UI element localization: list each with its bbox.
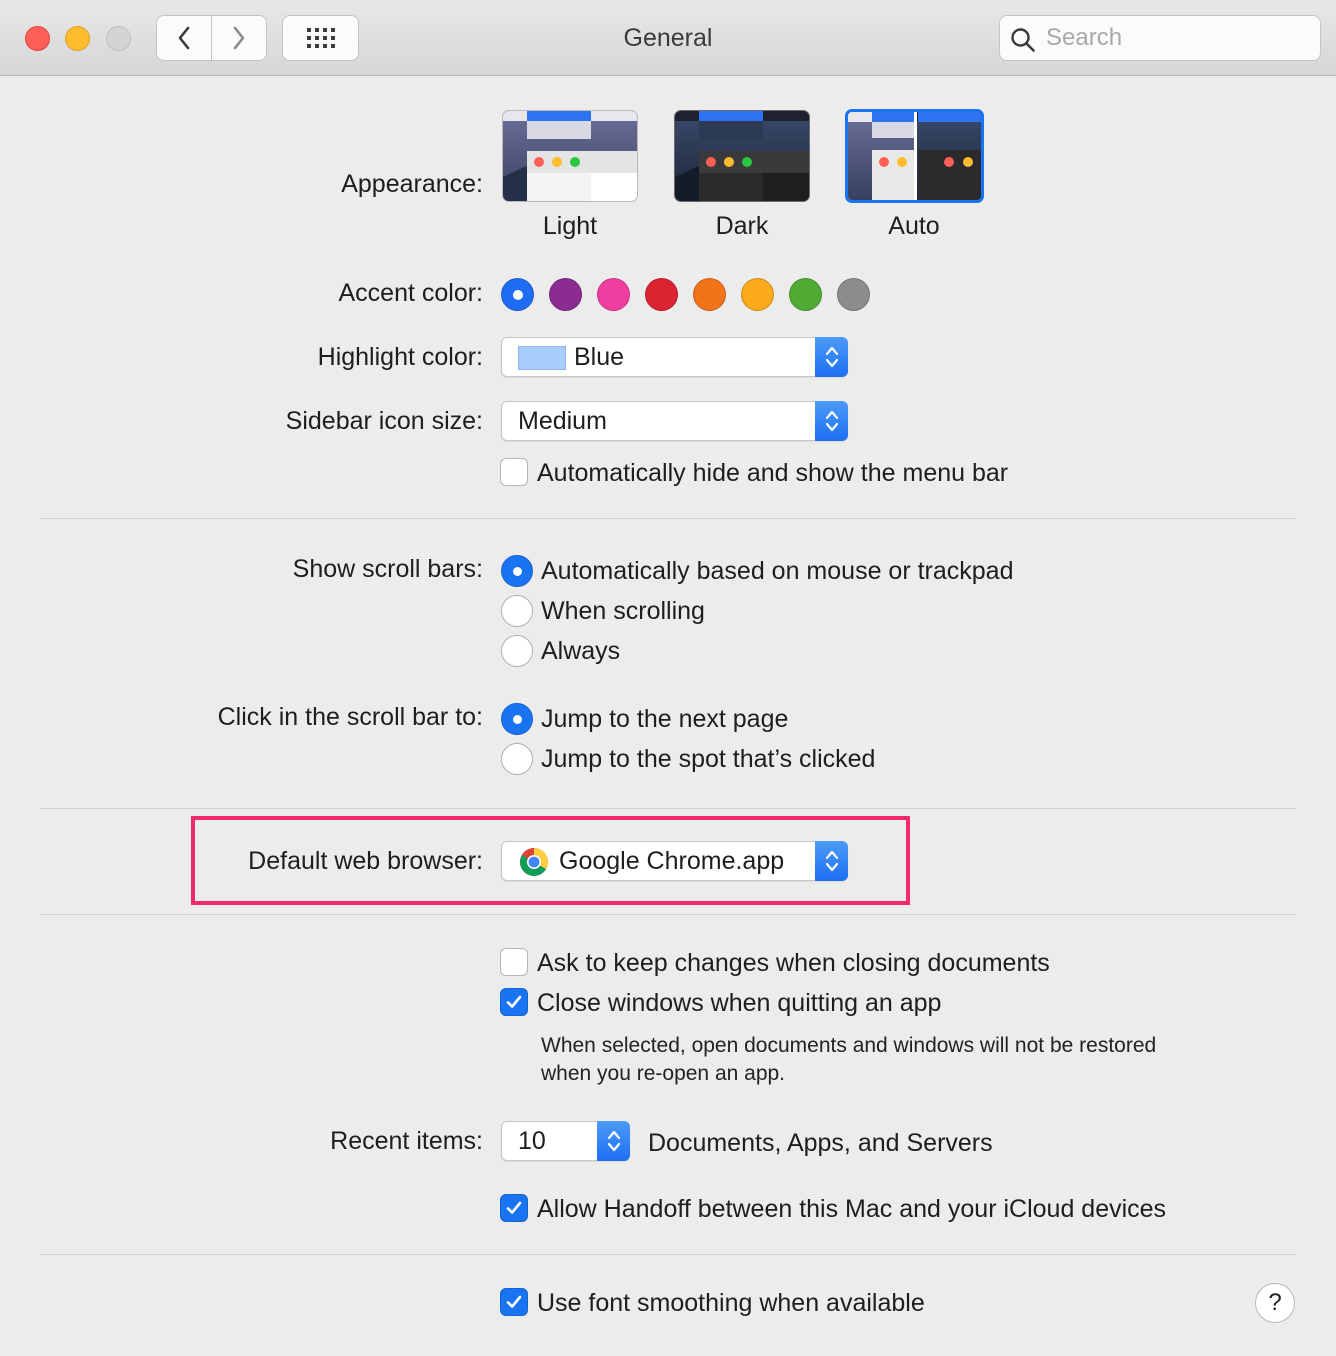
up-down-chevron-icon bbox=[825, 410, 838, 432]
appearance-light-label: Light bbox=[542, 212, 598, 240]
popup-arrows bbox=[815, 337, 848, 377]
appearance-auto-option[interactable] bbox=[845, 109, 984, 203]
accent-color-label: Accent color: bbox=[338, 279, 483, 307]
scroll-bars-always-radio[interactable] bbox=[501, 635, 533, 667]
highlight-color-value: Blue bbox=[574, 343, 625, 371]
search-input[interactable] bbox=[1046, 22, 1306, 54]
accent-color-swatch[interactable] bbox=[789, 278, 822, 311]
jump-to-spot-radio[interactable] bbox=[501, 743, 533, 775]
chrome-icon bbox=[520, 848, 548, 876]
accent-color-swatch[interactable] bbox=[549, 278, 582, 311]
recent-items-popup[interactable]: 10 bbox=[501, 1121, 630, 1161]
click-scroll-bar-label: Click in the scroll bar to: bbox=[217, 703, 483, 731]
sidebar-icon-size-value: Medium bbox=[518, 407, 607, 435]
popup-arrows bbox=[815, 401, 848, 441]
scroll-bars-always-label: Always bbox=[541, 637, 621, 665]
up-down-chevron-icon bbox=[825, 346, 838, 368]
checkmark-icon bbox=[506, 1201, 522, 1214]
help-button[interactable]: ? bbox=[1255, 1283, 1295, 1323]
jump-next-page-radio[interactable] bbox=[501, 703, 533, 735]
checkmark-icon bbox=[506, 1295, 522, 1308]
search-icon bbox=[1011, 28, 1035, 52]
dark-appearance-thumbnail bbox=[675, 111, 809, 201]
up-down-chevron-icon bbox=[607, 1130, 620, 1152]
accent-color-swatch[interactable] bbox=[501, 278, 534, 311]
highlight-color-popup[interactable]: Blue bbox=[501, 337, 848, 377]
font-smoothing-label: Use font smoothing when available bbox=[537, 1289, 925, 1317]
jump-to-spot-label: Jump to the spot that’s clicked bbox=[541, 745, 876, 773]
scroll-bars-when-scrolling-radio[interactable] bbox=[501, 595, 533, 627]
handoff-checkbox[interactable] bbox=[500, 1194, 528, 1222]
recent-items-value: 10 bbox=[518, 1127, 546, 1155]
default-browser-popup[interactable]: Google Chrome.app bbox=[501, 841, 848, 881]
close-windows-note-line2: when you re-open an app. bbox=[541, 1062, 786, 1085]
appearance-dark-label: Dark bbox=[715, 212, 769, 240]
accent-color-swatch[interactable] bbox=[741, 278, 774, 311]
menubar-autohide-checkbox[interactable] bbox=[500, 458, 528, 486]
divider bbox=[40, 914, 1296, 915]
default-browser-value: Google Chrome.app bbox=[559, 847, 785, 875]
jump-next-page-label: Jump to the next page bbox=[541, 705, 789, 733]
close-windows-note-line1: When selected, open documents and window… bbox=[541, 1034, 1157, 1057]
light-appearance-thumbnail bbox=[503, 111, 637, 201]
recent-items-suffix: Documents, Apps, and Servers bbox=[648, 1129, 993, 1157]
close-windows-checkbox[interactable] bbox=[500, 988, 528, 1016]
sidebar-icon-size-label: Sidebar icon size: bbox=[285, 407, 483, 435]
divider bbox=[40, 1254, 1296, 1255]
scroll-bars-when-scrolling-label: When scrolling bbox=[541, 597, 705, 625]
menubar-autohide-label: Automatically hide and show the menu bar bbox=[537, 459, 1009, 487]
ask-keep-changes-label: Ask to keep changes when closing documen… bbox=[537, 949, 1050, 977]
recent-items-label: Recent items: bbox=[330, 1127, 483, 1155]
divider bbox=[40, 518, 1296, 519]
popup-arrows bbox=[815, 841, 848, 881]
title-bar: General bbox=[0, 0, 1336, 76]
appearance-label: Appearance: bbox=[341, 170, 483, 198]
accent-color-swatch[interactable] bbox=[645, 278, 678, 311]
up-down-chevron-icon bbox=[825, 850, 838, 872]
font-smoothing-checkbox[interactable] bbox=[500, 1288, 528, 1316]
ask-keep-changes-checkbox[interactable] bbox=[500, 948, 528, 976]
accent-color-swatch[interactable] bbox=[693, 278, 726, 311]
search-field[interactable] bbox=[999, 15, 1321, 61]
sidebar-icon-size-popup[interactable]: Medium bbox=[501, 401, 848, 441]
scroll-bars-automatic-radio[interactable] bbox=[501, 555, 533, 587]
scroll-bars-automatic-label: Automatically based on mouse or trackpad bbox=[541, 557, 1014, 585]
accent-color-swatch[interactable] bbox=[837, 278, 870, 311]
highlight-color-swatch bbox=[518, 346, 566, 370]
appearance-dark-option[interactable] bbox=[674, 110, 810, 202]
show-scroll-bars-label: Show scroll bars: bbox=[292, 555, 483, 583]
default-browser-label: Default web browser: bbox=[248, 847, 483, 875]
close-windows-label: Close windows when quitting an app bbox=[537, 989, 942, 1017]
appearance-auto-label: Auto bbox=[888, 212, 940, 240]
checkmark-icon bbox=[506, 995, 522, 1008]
accent-color-swatch[interactable] bbox=[597, 278, 630, 311]
handoff-label: Allow Handoff between this Mac and your … bbox=[537, 1195, 1167, 1223]
highlight-color-label: Highlight color: bbox=[317, 343, 483, 371]
selected-indicator bbox=[513, 290, 523, 300]
auto-appearance-thumbnail bbox=[848, 112, 981, 200]
divider bbox=[40, 808, 1296, 809]
appearance-light-option[interactable] bbox=[502, 110, 638, 202]
popup-arrows bbox=[597, 1121, 630, 1161]
